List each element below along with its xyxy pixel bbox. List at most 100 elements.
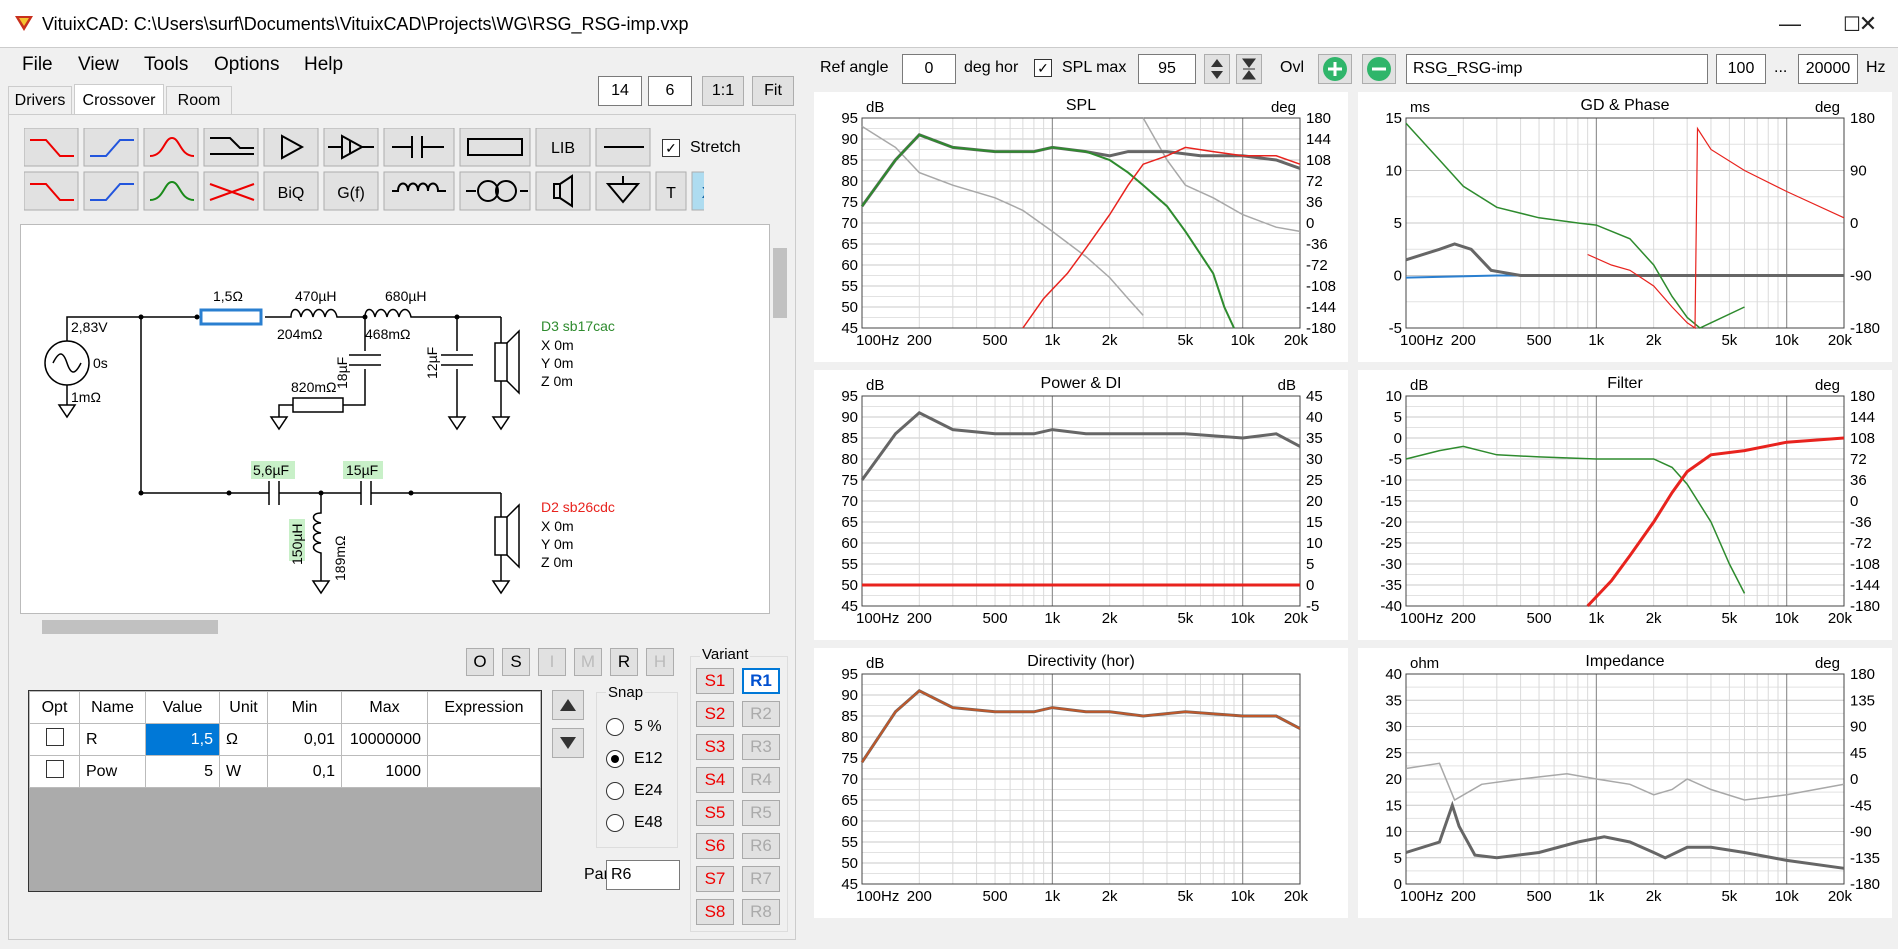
move-down-button[interactable] [552,728,584,758]
x-tick: 1k [1588,888,1604,905]
stretch-checkbox[interactable]: ✓ [662,139,680,157]
graph-gd[interactable]: 15 10 5 0 -5 180 90 0 -90 -180 100Hz 200 500 1k 2k 5k 10… [1358,92,1892,362]
mode-i-button[interactable]: I [538,648,566,676]
variant-r4-button[interactable]: R4 [742,767,780,793]
fmax-input[interactable]: 20000 [1798,54,1858,84]
right-tick: -180 [1850,876,1880,893]
resistor-r1[interactable] [199,308,263,326]
tab-room[interactable]: Room [166,86,232,114]
mode-m-button[interactable]: M [574,648,602,676]
add-overlay-button[interactable] [1318,54,1352,84]
table-row[interactable]: Pow 5 W 0,1 1000 [29,755,541,788]
variant-r3-button[interactable]: R3 [742,734,780,760]
menu-file[interactable]: File [22,54,53,76]
variant-r5-button[interactable]: R5 [742,800,780,826]
right-tick: 0 [1850,215,1858,232]
variant-s7-button[interactable]: S7 [696,866,734,892]
l1r-label: 204mΩ [277,326,323,342]
menu-view[interactable]: View [78,54,119,76]
variant-r6-button[interactable]: R6 [742,833,780,859]
variant-s6-button[interactable]: S6 [696,833,734,859]
variant-s2-button[interactable]: S2 [696,701,734,727]
variant-r2-button[interactable]: R2 [742,701,780,727]
zoom-input-b[interactable]: 6 [648,76,692,106]
variant-r1-button[interactable]: R1 [742,668,780,694]
highpass-button[interactable] [83,128,139,167]
remove-overlay-button[interactable] [1362,54,1396,84]
resistor-r2[interactable] [292,397,344,413]
overlay-name-input[interactable]: RSG_RSG-imp [1406,54,1708,84]
x-tick: 2k [1102,610,1118,627]
graph-power[interactable]: 95 90 85 80 75 70 65 60 55 50 45 45 40 35 30 25 20 15 10 5 0… [814,370,1348,640]
right-tick: -180 [1306,320,1336,337]
graph-spl[interactable]: 95 90 85 80 75 70 65 60 55 50 45 180 144 108 72 36 0 -36-… [814,92,1348,362]
right-tick: 15 [1306,514,1323,531]
graph-dir[interactable]: 95 90 85 80 75 70 65 60 55 50 45 100Hz 200 500 1k 2k 5k 1… [814,648,1348,918]
part-input[interactable]: R6 [606,860,680,890]
horizontal-scrollbar[interactable] [20,614,770,640]
opt-checkbox[interactable] [45,728,64,746]
menu-options[interactable]: Options [214,54,279,76]
variant-s3-button[interactable]: S3 [696,734,734,760]
menu-tools[interactable]: Tools [144,54,188,76]
peak-button[interactable] [143,171,199,211]
spl-max-input[interactable]: 95 [1138,54,1196,84]
snap-e12-radio[interactable] [606,750,624,768]
graph-imp[interactable]: 40 35 30 25 20 15 10 5 0 180 135 90 45 0 -45 -90 -135 -18… [1358,648,1892,918]
spl-auto-button[interactable] [1236,54,1262,84]
mode-o-button[interactable]: O [466,648,494,676]
fmin-input[interactable]: 100 [1716,54,1766,84]
table-row[interactable]: R 1,5 Ω 0,01 10000000 [29,723,541,756]
graph-filter[interactable]: 10 5 0 -5 -10 -15 -20 -25 -30 -35 -40 180 144 108 72 36… [1358,370,1892,640]
right-tick: -144 [1306,299,1336,316]
component-toolbar: LIB BiQ G(f) T X [24,128,704,211]
opt-checkbox[interactable] [45,760,64,778]
mode-h-button[interactable]: H [646,648,674,676]
variant-r7-button[interactable]: R7 [742,866,780,892]
driver-d2-icon[interactable] [494,516,508,556]
graph-title: SPL [1066,97,1096,114]
close-button[interactable]: ✕ [1838,0,1898,48]
zoom-fit-button[interactable]: Fit [752,76,794,106]
zoom-1-1-button[interactable]: 1:1 [702,76,744,106]
right-tick: -90 [1850,268,1872,285]
variant-s8-button[interactable]: S8 [696,899,734,925]
snap-e24-radio[interactable] [606,782,624,800]
buffer-button[interactable] [263,128,319,167]
left-tick: 95 [841,110,858,127]
mode-r-button[interactable]: R [610,648,638,676]
minimize-button[interactable]: — [1760,0,1820,48]
x-tick: 100Hz [856,332,899,349]
parameter-grid[interactable]: Opt Name Value Unit Min Max Expression R… [28,690,542,892]
x-tick: 500 [983,610,1008,627]
zoom-input-a[interactable]: 14 [598,76,642,106]
highpass2-button[interactable] [83,171,139,211]
resistor-button[interactable] [459,128,531,167]
spl-max-checkbox[interactable]: ✓ [1034,59,1052,77]
snap-e48-radio[interactable] [606,814,624,832]
driver-d3-icon[interactable] [494,342,508,382]
ref-angle-input[interactable]: 0 [902,54,956,84]
mode-s-button[interactable]: S [502,648,530,676]
variant-s4-button[interactable]: S4 [696,767,734,793]
variant-s1-button[interactable]: S1 [696,668,734,694]
l3-label: 150µH [289,523,305,565]
driver-button[interactable] [535,171,591,211]
right-tick: 108 [1306,152,1331,169]
right-tick: 25 [1306,472,1323,489]
variant-s5-button[interactable]: S5 [696,800,734,826]
bandpass-button[interactable] [143,128,199,167]
menu-help[interactable]: Help [304,54,343,76]
left-tick: 35 [1385,692,1402,709]
snap-5pct-radio[interactable] [606,718,624,736]
right-tick: 5 [1306,556,1314,573]
schematic-canvas[interactable]: 2,83V 0s 1mΩ 1,5Ω 470µH 204mΩ 680µH 468m… [20,224,770,614]
spl-spin-button[interactable] [1204,54,1230,84]
move-up-button[interactable] [552,690,584,720]
vertical-scrollbar[interactable] [770,224,790,614]
left-tick: 65 [841,792,858,809]
variant-r8-button[interactable]: R8 [742,899,780,925]
tab-drivers[interactable]: Drivers [8,86,72,114]
x-tick: 200 [907,332,932,349]
tab-crossover[interactable]: Crossover [74,84,164,116]
